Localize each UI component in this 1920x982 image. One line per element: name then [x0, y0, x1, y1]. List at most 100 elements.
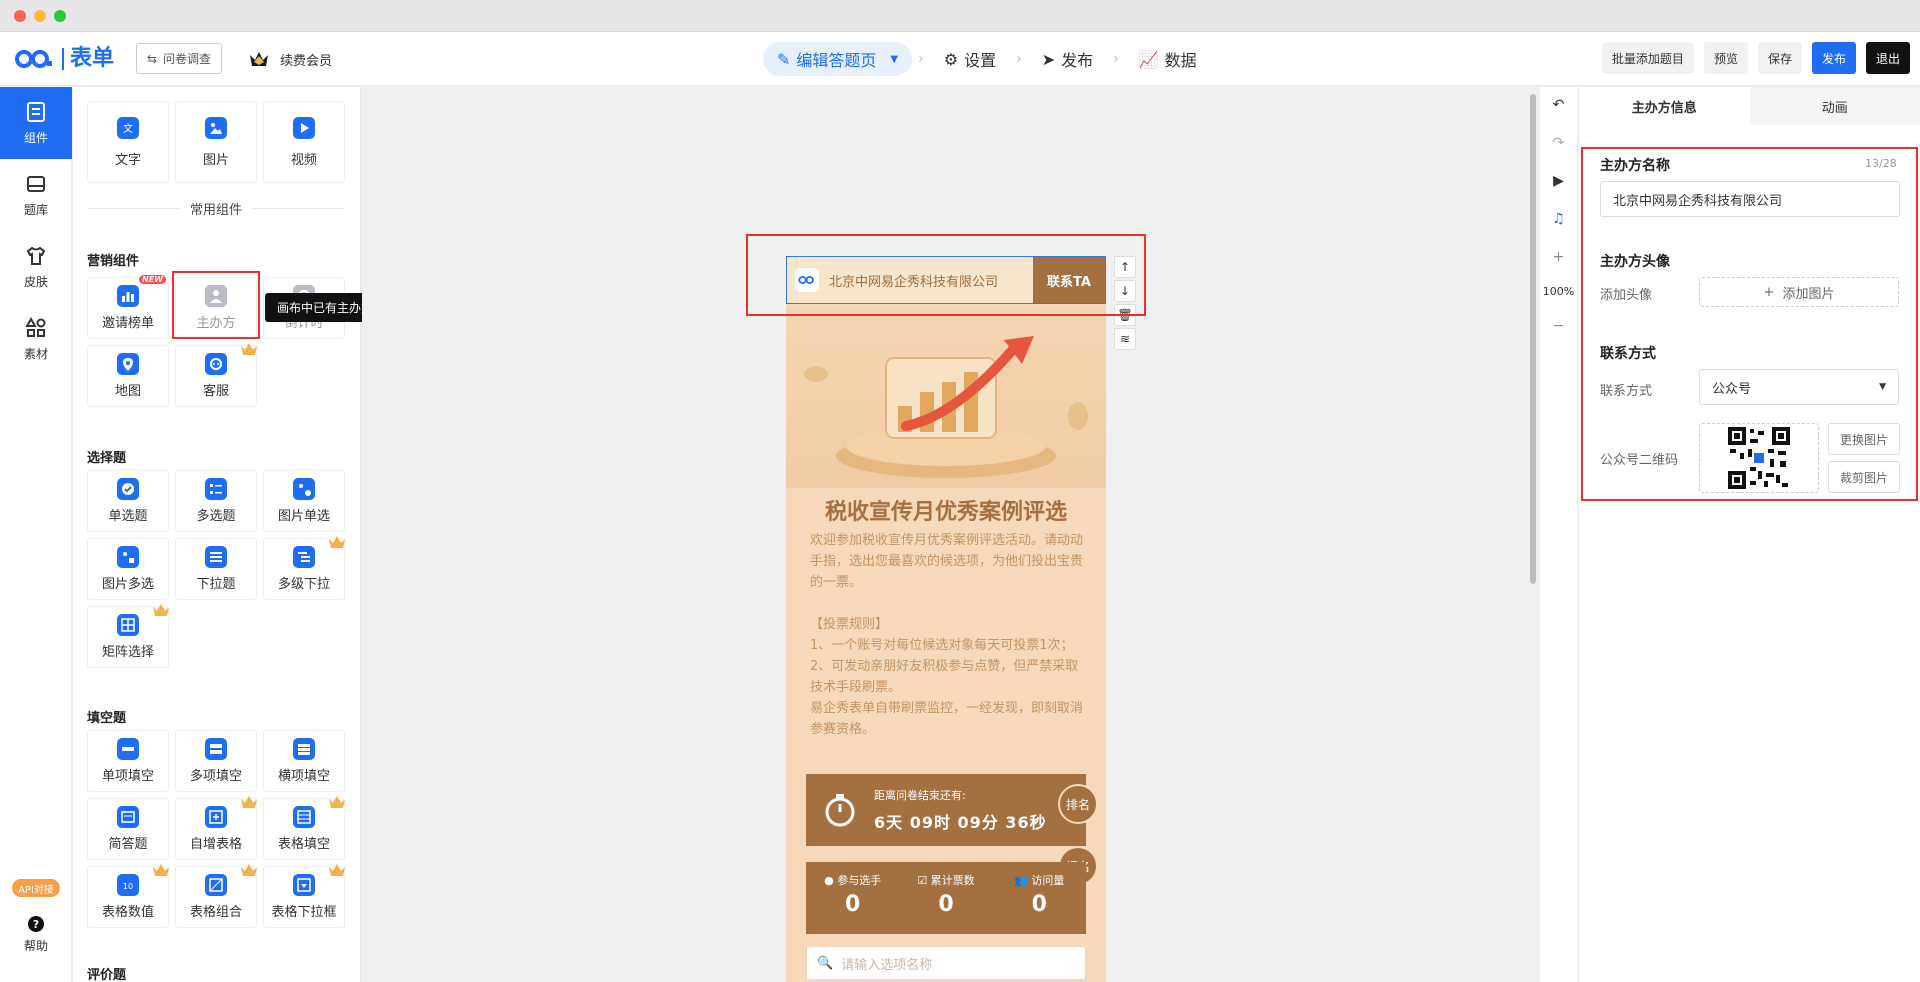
component-image-multi[interactable]: 图片多选 [87, 538, 169, 600]
component-table-dropdown[interactable]: 表格下拉框 [263, 864, 345, 928]
char-count: 13/28 [1865, 157, 1897, 170]
rail-label: 组件 [23, 130, 48, 145]
svg-text:文: 文 [123, 122, 133, 135]
help-button[interactable]: ? 帮助 [0, 915, 72, 954]
window-maximize-button[interactable] [54, 10, 66, 22]
crop-image-button[interactable]: 裁剪图片 [1828, 461, 1900, 493]
step-publish-label: 发布 [1061, 51, 1094, 70]
api-badge[interactable]: API对接 [12, 879, 60, 897]
card-label: 主办方 [196, 316, 236, 331]
card-label: 横项填空 [277, 769, 330, 784]
inbox-icon [27, 175, 45, 192]
rail-item-components[interactable]: 组件 [0, 87, 72, 159]
component-sponsor[interactable]: 主办方 [175, 277, 257, 339]
tab-animation[interactable]: 动画 [1749, 87, 1920, 125]
new-badge: NEW [139, 275, 166, 284]
sponsor-bar[interactable]: 北京中网易企秀科技有限公司 联系TA [786, 256, 1106, 304]
save-button[interactable]: 保存 [1757, 42, 1802, 74]
zoom-out-icon[interactable]: − [1549, 316, 1569, 336]
form-title[interactable]: 税收宣传月优秀案例评选 [786, 494, 1106, 526]
sponsor-name-input[interactable]: 北京中网易企秀科技有限公司 [1600, 181, 1900, 217]
step-data[interactable]: 📈 数据 [1125, 42, 1211, 76]
form-type-button[interactable]: ⇆ 问卷调查 [136, 43, 222, 74]
component-cascade-dropdown[interactable]: 多级下拉 [263, 536, 345, 600]
countdown-block[interactable]: 距离问卷结束还有: 6天 09时 09分 36秒 [806, 774, 1086, 846]
component-matrix[interactable]: 矩阵选择 [87, 604, 169, 668]
publish-button[interactable]: 发布 [1811, 42, 1856, 74]
layers-icon[interactable]: ≋ [1114, 328, 1136, 350]
step-settings[interactable]: ⚙ 设置 [930, 42, 1010, 76]
stat-value: 0 [845, 892, 861, 917]
delete-icon[interactable]: 🗑 [1114, 304, 1136, 326]
table-plus-icon [205, 806, 227, 828]
svg-text:10: 10 [123, 882, 133, 891]
component-single-choice[interactable]: 单选题 [87, 470, 169, 532]
dropdown-icon [205, 546, 227, 568]
rail-item-materials[interactable]: 素材 [0, 303, 72, 375]
rank-button[interactable]: 排名 [1058, 784, 1098, 824]
move-down-icon[interactable]: ↓ [1114, 280, 1136, 302]
option-search-input[interactable]: 🔍 请输入选项名称 [806, 946, 1086, 980]
component-image-single[interactable]: 图片单选 [263, 470, 345, 532]
component-text[interactable]: 文 文字 [87, 101, 169, 183]
qr-label: 公众号二维码 [1600, 453, 1679, 468]
form-description[interactable]: 欢迎参加税收宣传月优秀案例评选活动。请动动手指，选出您最喜欢的候选项，为他们投出… [810, 530, 1090, 740]
card-label: 多项填空 [189, 769, 242, 784]
crown-icon [153, 864, 169, 876]
common-components-divider: 常用组件 [87, 199, 345, 218]
exit-button[interactable]: 退出 [1865, 42, 1910, 74]
window-minimize-button[interactable] [34, 10, 46, 22]
block-tools: ↑ ↓ 🗑 ≋ [1114, 256, 1136, 350]
stat-label: 👥 访问量 [1014, 874, 1065, 887]
rail-item-question-bank[interactable]: 题库 [0, 159, 72, 231]
component-table-number[interactable]: 10 表格数值 [87, 864, 169, 928]
gear-icon: ⚙ [943, 49, 959, 69]
table-combo-icon [205, 874, 227, 896]
play-icon[interactable]: ▶ [1549, 171, 1569, 191]
tab-sponsor-info[interactable]: 主办方信息 [1579, 87, 1750, 125]
contact-method-label: 联系方式 [1600, 384, 1653, 399]
step-publish[interactable]: ➤ 发布 [1028, 42, 1107, 76]
component-horizontal-fill[interactable]: 横项填空 [263, 730, 345, 792]
zoom-in-icon[interactable]: + [1549, 247, 1569, 267]
add-image-button[interactable]: + 添加图片 [1699, 277, 1899, 307]
undo-icon[interactable]: ↶ [1549, 95, 1569, 115]
canvas-scrollbar[interactable] [1530, 94, 1536, 584]
component-multi-choice[interactable]: 多选题 [175, 470, 257, 532]
app-logo[interactable]: 表单 [14, 44, 114, 74]
logo-icon [15, 50, 52, 68]
chevron-right-icon: › [1113, 51, 1119, 67]
component-multi-fill[interactable]: 多项填空 [175, 730, 257, 792]
component-single-fill[interactable]: 单项填空 [87, 730, 169, 792]
redo-icon[interactable]: ↷ [1549, 133, 1569, 153]
component-invite-ranking[interactable]: NEW 邀请榜单 [87, 275, 169, 339]
replace-image-button[interactable]: 更换图片 [1828, 423, 1900, 455]
component-table-combo[interactable]: 表格组合 [175, 864, 257, 928]
window-close-button[interactable] [14, 10, 26, 22]
add-image-label: 添加图片 [1782, 286, 1835, 302]
component-short-answer[interactable]: 简答题 [87, 798, 169, 860]
rail-item-skin[interactable]: 皮肤 [0, 231, 72, 303]
component-table-fill[interactable]: 表格填空 [263, 796, 345, 860]
contact-button[interactable]: 联系TA [1033, 257, 1105, 303]
contact-method-select[interactable]: 公众号 ▼ [1699, 369, 1899, 405]
step-edit[interactable]: ✎ 编辑答题页 ▼ [763, 42, 913, 76]
section-rating: 评价题 [87, 968, 127, 982]
vip-crown-icon [250, 52, 268, 66]
component-customer-service[interactable]: 客服 [175, 343, 257, 407]
countdown-text: 距离问卷结束还有: 6天 09时 09分 36秒 [874, 787, 1047, 833]
vip-renew-button[interactable]: 续费会员 [248, 44, 332, 74]
component-map[interactable]: 地图 [87, 345, 169, 407]
qr-preview[interactable] [1699, 423, 1819, 493]
move-up-icon[interactable]: ↑ [1114, 256, 1136, 278]
component-image[interactable]: 图片 [175, 101, 257, 183]
component-video[interactable]: 视频 [263, 101, 345, 183]
music-icon[interactable]: ♫ [1549, 209, 1569, 229]
component-dropdown[interactable]: 下拉题 [175, 538, 257, 600]
preview-button[interactable]: 预览 [1703, 42, 1748, 74]
card-label: 表格下拉框 [271, 905, 337, 920]
component-auto-table[interactable]: 自增表格 [175, 796, 257, 860]
rail-label: 题库 [23, 202, 48, 217]
card-label: 单项填空 [101, 769, 154, 784]
batch-add-button[interactable]: 批量添加题目 [1601, 42, 1694, 74]
